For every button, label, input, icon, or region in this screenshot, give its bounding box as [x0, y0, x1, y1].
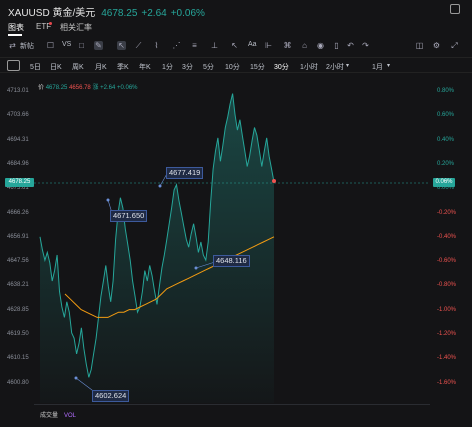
price-chart[interactable] [0, 0, 472, 427]
last-price-marker [272, 179, 276, 183]
annotation-high-1[interactable]: 4671.650 [110, 210, 148, 222]
annotation-low-1[interactable]: 4602.624 [92, 390, 130, 402]
annotation-point [158, 184, 162, 188]
price-area [40, 93, 274, 403]
annotation-high-2[interactable]: 4677.419 [166, 167, 204, 179]
annotation-point [194, 266, 198, 270]
volume-sub: VOL [64, 413, 77, 419]
annotation-low-2[interactable]: 4648.116 [213, 255, 250, 267]
annotation-point [74, 376, 78, 380]
current-price-tag-right: 0.06% [433, 178, 455, 187]
current-price-tag-left: 4678.25 [5, 178, 34, 187]
volume-title: 成交量 [40, 413, 59, 419]
volume-divider [34, 404, 430, 405]
volume-panel-label: 成交量 VOL [40, 410, 76, 419]
annotation-point [106, 198, 110, 202]
